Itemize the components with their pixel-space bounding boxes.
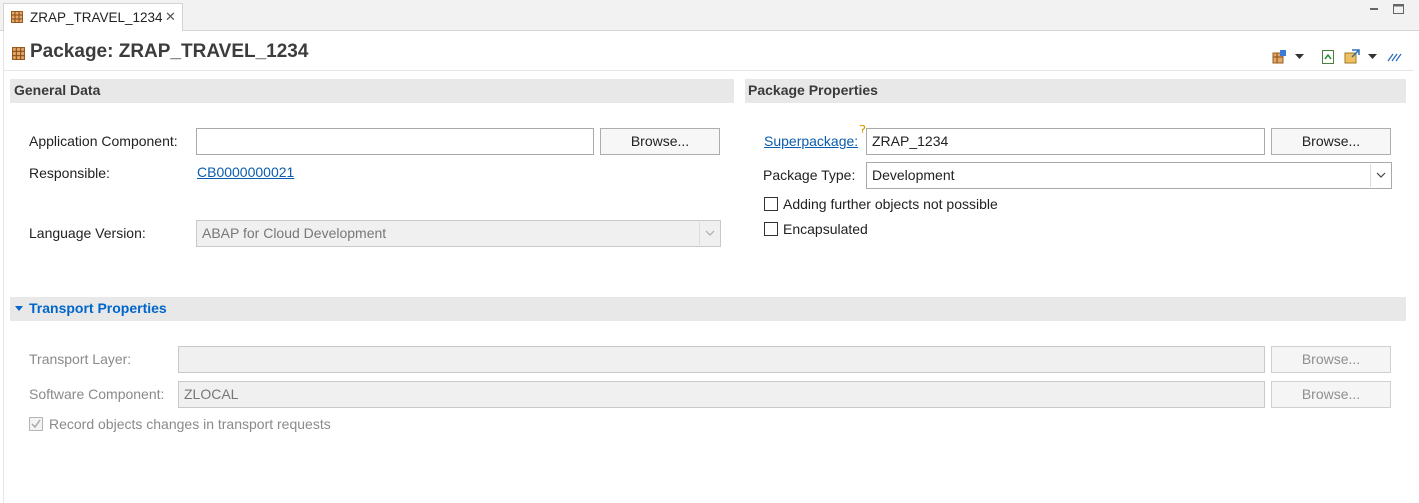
transport-properties-section-header[interactable]: Transport Properties <box>10 297 1406 321</box>
chevron-down-icon[interactable] <box>1370 164 1390 187</box>
section-title: General Data <box>14 82 101 98</box>
transport-layer-label: Transport Layer: <box>29 351 132 367</box>
close-tab-icon[interactable]: ✕ <box>165 9 176 25</box>
responsible-link[interactable]: CB0000000021 <box>197 164 294 180</box>
chevron-down-icon[interactable] <box>1368 54 1377 60</box>
language-version-label: Language Version: <box>29 225 146 241</box>
maximize-icon[interactable] <box>1393 4 1404 15</box>
adding-objects-label: Adding further objects not possible <box>783 196 998 212</box>
application-component-browse-button[interactable]: Browse... <box>600 128 720 155</box>
package-type-value: Development <box>872 167 955 183</box>
editor-tab-label: ZRAP_TRAVEL_1234 <box>30 10 163 25</box>
transport-layer-browse-button: Browse... <box>1271 346 1391 373</box>
adding-objects-checkbox[interactable] <box>764 197 778 211</box>
link-editor-icon[interactable] <box>1387 52 1402 62</box>
transport-layer-input <box>178 346 1265 373</box>
encapsulated-label: Encapsulated <box>783 221 868 237</box>
package-type-select[interactable]: Development <box>866 162 1392 189</box>
minimize-icon[interactable] <box>1369 4 1379 14</box>
superpackage-link[interactable]: Superpackage: <box>764 133 858 149</box>
export-icon[interactable] <box>1344 49 1360 64</box>
superpackage-browse-button[interactable]: Browse... <box>1271 128 1391 155</box>
general-data-section-header: General Data <box>10 79 734 103</box>
package-type-label: Package Type: <box>763 167 856 183</box>
package-icon <box>11 11 23 23</box>
collapse-triangle-icon[interactable] <box>15 306 23 312</box>
editor-tab-bar <box>0 0 1419 31</box>
software-component-input: ZLOCAL <box>178 381 1265 408</box>
section-title: Package Properties <box>748 82 878 98</box>
package-title-icon <box>12 47 25 60</box>
chevron-down-icon[interactable] <box>1295 54 1304 60</box>
record-changes-checkbox <box>29 417 43 431</box>
editor-tab[interactable]: ZRAP_TRAVEL_1234 ✕ <box>3 3 183 31</box>
chevron-down-icon <box>699 222 719 245</box>
record-changes-label: Record objects changes in transport requ… <box>49 416 331 432</box>
language-version-value: ABAP for Cloud Development <box>202 225 387 241</box>
content-assist-icon <box>859 125 866 133</box>
application-component-label: Application Component: <box>29 133 178 149</box>
package-properties-section-header: Package Properties <box>745 79 1406 103</box>
package-menu-icon[interactable] <box>1272 50 1286 64</box>
application-component-input[interactable] <box>196 128 594 155</box>
software-component-browse-button: Browse... <box>1271 381 1391 408</box>
responsible-label: Responsible: <box>29 165 110 181</box>
language-version-select: ABAP for Cloud Development <box>196 220 721 247</box>
encapsulated-checkbox[interactable] <box>764 222 778 236</box>
title-separator <box>3 70 1414 71</box>
section-title[interactable]: Transport Properties <box>29 300 167 316</box>
superpackage-input[interactable]: ZRAP_1234 <box>866 128 1265 155</box>
software-component-label: Software Component: <box>29 386 165 402</box>
document-green-icon[interactable] <box>1322 50 1334 64</box>
page-title: Package: ZRAP_TRAVEL_1234 <box>30 41 309 62</box>
